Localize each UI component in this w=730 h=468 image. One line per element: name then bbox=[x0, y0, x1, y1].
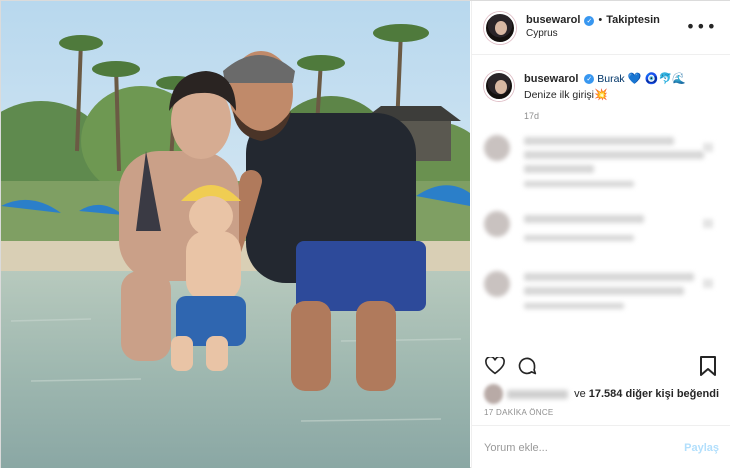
location-link[interactable]: Cyprus bbox=[526, 28, 660, 41]
verified-badge-icon: ✓ bbox=[584, 16, 595, 27]
caption-text: Denize ilk girişi bbox=[524, 89, 595, 102]
blurred-text bbox=[524, 287, 684, 296]
liker-avatar[interactable] bbox=[484, 384, 504, 404]
likes-prefix: ve bbox=[574, 388, 589, 400]
likes-summary: ve 17.584 diğer kişi beğendi bbox=[484, 384, 719, 404]
post-timestamp[interactable]: 17 DAKİKA ÖNCE bbox=[484, 408, 554, 417]
blurred-meta bbox=[524, 235, 634, 242]
bookmark-outline-icon[interactable] bbox=[697, 355, 719, 377]
caption-avatar[interactable] bbox=[484, 71, 514, 101]
comment-input[interactable] bbox=[484, 441, 685, 454]
author-avatar[interactable] bbox=[484, 11, 516, 44]
likes-text: ve 17.584 diğer kişi beğendi bbox=[574, 388, 719, 400]
post-comment-button[interactable]: Paylaş bbox=[684, 442, 719, 454]
caption-line-1: busewarol ✓ Burak 💙 🧿🐬🌊 bbox=[524, 71, 686, 87]
blurred-comment bbox=[484, 209, 717, 257]
blurred-text bbox=[524, 137, 674, 146]
comment-avatar bbox=[484, 271, 510, 298]
blurred-text bbox=[524, 165, 594, 174]
caption-username[interactable]: busewarol bbox=[524, 73, 578, 85]
caption-line-2: Denize ilk girişi💥 bbox=[524, 87, 686, 103]
liker-name-blurred[interactable] bbox=[507, 389, 569, 399]
instagram-post: busewarol ✓ • Takiptesin Cyprus ••• buse… bbox=[0, 0, 730, 468]
comment-like-icon[interactable] bbox=[703, 143, 713, 153]
beach-family-photo bbox=[1, 1, 470, 468]
blurred-meta bbox=[524, 303, 624, 310]
post-header: busewarol ✓ • Takiptesin Cyprus ••• bbox=[472, 1, 730, 55]
blurred-text bbox=[524, 215, 644, 224]
caption-body: busewarol ✓ Burak 💙 🧿🐬🌊 Denize ilk giriş… bbox=[524, 71, 686, 103]
add-comment-bar: Paylaş bbox=[472, 425, 730, 468]
caption-emojis: 💙 🧿🐬🌊 bbox=[627, 72, 686, 85]
blurred-comment bbox=[484, 269, 717, 333]
blurred-meta bbox=[524, 181, 634, 188]
likes-count-link[interactable]: 17.584 bbox=[589, 388, 623, 400]
mention-link[interactable]: Burak bbox=[597, 73, 624, 85]
comment-avatar bbox=[484, 211, 510, 238]
header-text: busewarol ✓ • Takiptesin Cyprus bbox=[526, 14, 660, 40]
speech-bubble-icon[interactable] bbox=[516, 355, 538, 377]
likes-suffix[interactable]: diğer kişi beğendi bbox=[622, 388, 719, 400]
comment-like-icon[interactable] bbox=[703, 219, 713, 229]
following-button[interactable]: Takiptesin bbox=[606, 14, 660, 28]
comment-like-icon[interactable] bbox=[703, 279, 713, 289]
verified-badge-icon: ✓ bbox=[584, 74, 595, 85]
caption: busewarol ✓ Burak 💙 🧿🐬🌊 Denize ilk giriş… bbox=[484, 71, 717, 103]
comment-avatar bbox=[484, 135, 510, 162]
blurred-text bbox=[524, 151, 704, 160]
author-username[interactable]: busewarol bbox=[526, 14, 580, 28]
post-sidebar: busewarol ✓ • Takiptesin Cyprus ••• buse… bbox=[471, 1, 730, 468]
separator-dot: • bbox=[598, 14, 603, 27]
blurred-text bbox=[524, 273, 694, 282]
more-options-icon[interactable]: ••• bbox=[686, 17, 717, 36]
action-bar bbox=[484, 353, 719, 379]
post-photo[interactable] bbox=[1, 1, 470, 468]
caption-text-emoji: 💥 bbox=[594, 88, 608, 102]
blurred-comment bbox=[484, 133, 717, 197]
header-line: busewarol ✓ • Takiptesin bbox=[526, 14, 660, 28]
heart-outline-icon[interactable] bbox=[484, 355, 506, 377]
comments-list[interactable]: busewarol ✓ Burak 💙 🧿🐬🌊 Denize ilk giriş… bbox=[472, 59, 730, 345]
caption-age[interactable]: 17d bbox=[524, 111, 717, 121]
